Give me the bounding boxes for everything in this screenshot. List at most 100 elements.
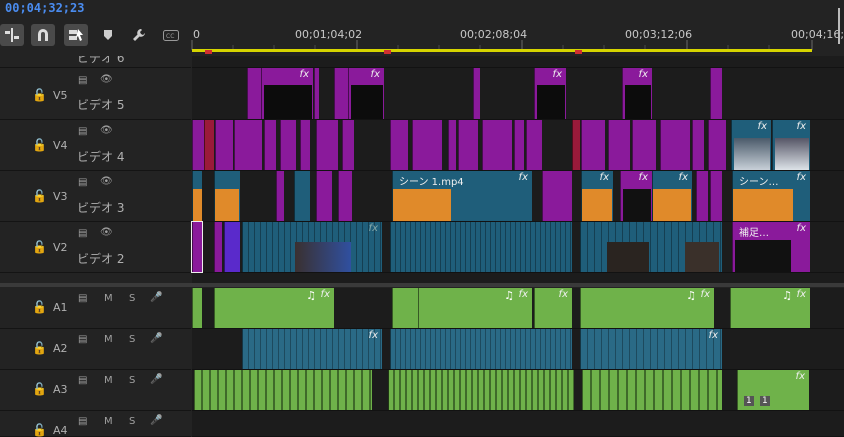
linked-video-clip[interactable]: fx xyxy=(242,222,382,272)
audio-clip[interactable] xyxy=(192,288,202,328)
track-lane-a3[interactable]: fx 1 1 xyxy=(192,370,844,411)
eye-visibility-icon[interactable]: 👁 xyxy=(100,227,113,238)
video-clip[interactable] xyxy=(264,120,276,170)
lock-icon[interactable]: 🔓 xyxy=(32,382,47,396)
video-clip[interactable] xyxy=(710,171,722,221)
video-clip[interactable] xyxy=(234,120,262,170)
sync-lock-icon[interactable]: ▤ xyxy=(78,416,87,427)
video-clip[interactable] xyxy=(314,68,319,119)
track-lane-v3[interactable]: シーン 1.mp4 fx fx fx fx シーン… fx xyxy=(192,171,844,222)
sync-lock-icon[interactable]: ▤ xyxy=(78,293,87,304)
sync-lock-icon[interactable]: ▤ xyxy=(78,334,87,345)
film-toggle-icon[interactable]: ▤ xyxy=(78,75,87,86)
video-clip[interactable] xyxy=(316,171,332,221)
eye-visibility-icon[interactable]: 👁 xyxy=(100,176,113,187)
video-clip[interactable]: fx xyxy=(620,171,652,221)
linked-video-clip[interactable]: fx xyxy=(731,120,771,170)
lock-icon[interactable]: 🔓 xyxy=(32,341,47,355)
video-clip[interactable]: 補足… fx xyxy=(732,222,810,272)
video-clip[interactable] xyxy=(342,120,354,170)
video-clip[interactable] xyxy=(390,120,408,170)
video-clip[interactable] xyxy=(708,120,726,170)
linked-video-clip[interactable] xyxy=(192,171,202,221)
mute-button[interactable]: M xyxy=(104,334,113,345)
solo-button[interactable]: S xyxy=(129,375,135,386)
audio-clip[interactable]: ♫ fx xyxy=(580,288,714,328)
sync-lock-icon[interactable]: ▤ xyxy=(78,375,87,386)
video-clip[interactable] xyxy=(710,68,722,119)
linked-video-clip[interactable]: シーン 1.mp4 fx xyxy=(392,171,532,221)
microphone-icon[interactable]: 🎤 xyxy=(150,374,162,385)
solo-button[interactable]: S xyxy=(129,416,135,427)
video-clip[interactable] xyxy=(204,120,214,170)
captions-button[interactable]: CC xyxy=(159,24,183,46)
video-clip[interactable] xyxy=(316,120,338,170)
video-clip[interactable] xyxy=(192,120,204,170)
eye-visibility-icon[interactable]: 👁 xyxy=(100,74,113,85)
video-clip[interactable] xyxy=(214,222,222,272)
microphone-icon[interactable]: 🎤 xyxy=(150,333,162,344)
video-clip[interactable] xyxy=(448,120,456,170)
track-lane-v6[interactable] xyxy=(192,56,844,68)
microphone-icon[interactable]: 🎤 xyxy=(150,292,162,303)
video-clip[interactable] xyxy=(247,68,261,119)
film-toggle-icon[interactable]: ▤ xyxy=(78,126,87,137)
audio-clip[interactable]: ♫ fx xyxy=(730,288,810,328)
video-clip[interactable] xyxy=(514,120,524,170)
linked-selection-button[interactable] xyxy=(64,24,88,46)
track-lane-a1[interactable]: ♫ fx ♫ fx fx ♫ fx ♫ fx xyxy=(192,288,844,329)
video-clip[interactable] xyxy=(660,120,690,170)
audio-clip[interactable] xyxy=(390,329,572,369)
video-clip[interactable] xyxy=(632,120,656,170)
video-clip[interactable] xyxy=(215,120,233,170)
microphone-icon[interactable]: 🎤 xyxy=(150,415,162,426)
video-clip[interactable] xyxy=(572,120,580,170)
lock-icon[interactable]: 🔓 xyxy=(32,240,47,254)
audio-clip[interactable] xyxy=(194,370,372,410)
mute-button[interactable]: M xyxy=(104,293,113,304)
mute-button[interactable]: M xyxy=(104,416,113,427)
snap-button[interactable] xyxy=(31,24,55,46)
linked-video-clip[interactable]: fx xyxy=(772,120,810,170)
timeline-settings-button[interactable] xyxy=(127,24,151,46)
linked-video-clip[interactable]: fx xyxy=(581,171,613,221)
video-audio-divider[interactable] xyxy=(0,283,844,287)
audio-clip[interactable] xyxy=(582,370,722,410)
video-clip[interactable] xyxy=(473,68,480,119)
audio-clip[interactable]: fx 1 1 xyxy=(737,370,809,410)
video-clip[interactable] xyxy=(482,120,512,170)
audio-clip[interactable]: fx xyxy=(580,329,722,369)
track-lane-a2[interactable]: fx fx xyxy=(192,329,844,370)
scrollbar-thumb[interactable] xyxy=(838,8,840,44)
lock-icon[interactable]: 🔓 xyxy=(32,88,47,102)
video-clip[interactable] xyxy=(581,120,605,170)
video-clip[interactable]: fx xyxy=(348,68,384,119)
video-clip[interactable] xyxy=(412,120,442,170)
track-lane-v4[interactable]: fx fx xyxy=(192,120,844,171)
video-clip[interactable] xyxy=(542,171,572,221)
film-toggle-icon[interactable]: ▤ xyxy=(78,228,87,239)
mute-button[interactable]: M xyxy=(104,375,113,386)
video-clip[interactable] xyxy=(276,171,284,221)
video-clip[interactable] xyxy=(692,120,704,170)
linked-video-clip[interactable]: シーン… fx xyxy=(732,171,810,221)
video-clip[interactable] xyxy=(191,221,203,273)
video-clip[interactable] xyxy=(458,120,478,170)
video-clip[interactable]: fx xyxy=(622,68,652,119)
lock-icon[interactable]: 🔓 xyxy=(32,189,47,203)
video-clip[interactable]: fx xyxy=(261,68,313,119)
lock-icon[interactable]: 🔓 xyxy=(32,138,47,152)
solo-button[interactable]: S xyxy=(129,334,135,345)
video-clip[interactable] xyxy=(696,171,708,221)
solo-button[interactable]: S xyxy=(129,293,135,304)
track-lane-a4[interactable] xyxy=(192,411,844,437)
audio-clip[interactable] xyxy=(392,288,418,328)
audio-clip[interactable]: fx xyxy=(534,288,572,328)
lock-icon[interactable]: 🔓 xyxy=(32,300,47,314)
nest-sequence-button[interactable] xyxy=(0,24,24,46)
linked-video-clip[interactable] xyxy=(580,222,722,272)
add-marker-button[interactable] xyxy=(96,24,120,46)
eye-visibility-icon[interactable]: 👁 xyxy=(100,125,113,136)
video-clip[interactable] xyxy=(608,120,630,170)
linked-video-clip[interactable] xyxy=(294,171,310,221)
